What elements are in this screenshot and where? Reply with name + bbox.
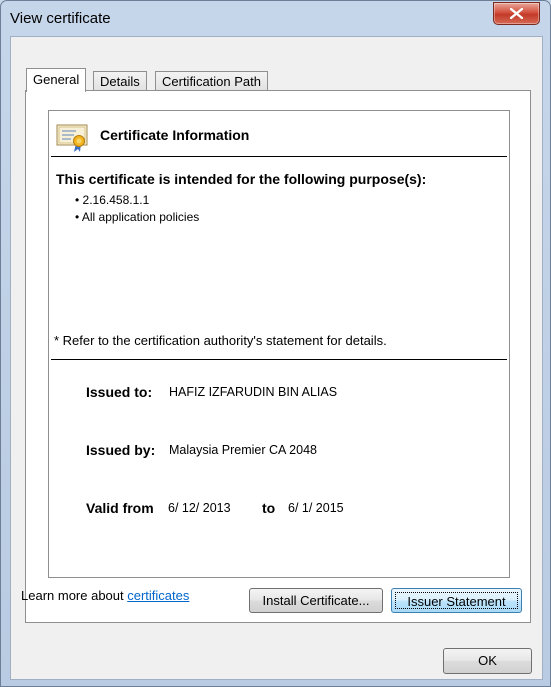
general-tab-panel: Certificate Information This certificate… bbox=[25, 90, 531, 623]
issued-to-label: Issued to: bbox=[86, 384, 153, 400]
close-button[interactable] bbox=[493, 2, 540, 25]
issuer-statement-label: Issuer Statement bbox=[395, 592, 518, 609]
issuer-statement-button[interactable]: Issuer Statement bbox=[391, 588, 522, 613]
learn-more-text: Learn more about certificates bbox=[21, 588, 189, 603]
install-certificate-button[interactable]: Install Certificate... bbox=[249, 588, 383, 613]
issued-to-value: HAFIZ IZFARUDIN BIN ALIAS bbox=[169, 385, 338, 399]
tab-certification-path-label: Certification Path bbox=[162, 74, 261, 89]
tab-details[interactable]: Details bbox=[93, 71, 147, 92]
purpose-heading: This certificate is intended for the fol… bbox=[56, 171, 427, 187]
window-title: View certificate bbox=[10, 10, 111, 27]
learn-more-prefix: Learn more about bbox=[21, 588, 128, 603]
title-bar[interactable]: View certificate bbox=[1, 1, 550, 36]
valid-to-label: to bbox=[262, 500, 276, 516]
purpose-item-text: 2.16.458.1.1 bbox=[82, 193, 150, 207]
certificate-icon bbox=[56, 124, 88, 152]
issued-by-value: Malaysia Premier CA 2048 bbox=[169, 443, 317, 457]
refer-note: * Refer to the certification authority's… bbox=[54, 333, 387, 348]
purpose-item: • 2.16.458.1.1 bbox=[75, 193, 150, 207]
divider-bottom bbox=[51, 359, 507, 360]
valid-from-label: Valid from bbox=[86, 500, 154, 516]
close-icon bbox=[510, 8, 523, 19]
valid-to-value: 6/ 1/ 2015 bbox=[288, 501, 344, 515]
tab-general[interactable]: General bbox=[26, 68, 87, 92]
certificate-info-box: Certificate Information This certificate… bbox=[48, 110, 510, 578]
divider-top bbox=[51, 156, 507, 157]
purpose-item: • All application policies bbox=[75, 210, 200, 224]
ok-button[interactable]: OK bbox=[443, 648, 532, 674]
info-title: Certificate Information bbox=[100, 127, 250, 143]
ok-label: OK bbox=[478, 653, 497, 668]
dialog-window: View certificate General Details Certifi… bbox=[0, 0, 551, 687]
tab-general-label: General bbox=[33, 72, 80, 87]
install-certificate-label: Install Certificate... bbox=[262, 593, 370, 608]
issued-by-label: Issued by: bbox=[86, 442, 156, 458]
tab-details-label: Details bbox=[100, 74, 140, 89]
tab-certification-path[interactable]: Certification Path bbox=[155, 71, 268, 92]
certificates-link[interactable]: certificates bbox=[127, 588, 189, 603]
valid-from-value: 6/ 12/ 2013 bbox=[168, 501, 231, 515]
purpose-item-text: All application policies bbox=[81, 210, 200, 224]
dialog-client-area: General Details Certification Path Certi… bbox=[10, 36, 543, 680]
